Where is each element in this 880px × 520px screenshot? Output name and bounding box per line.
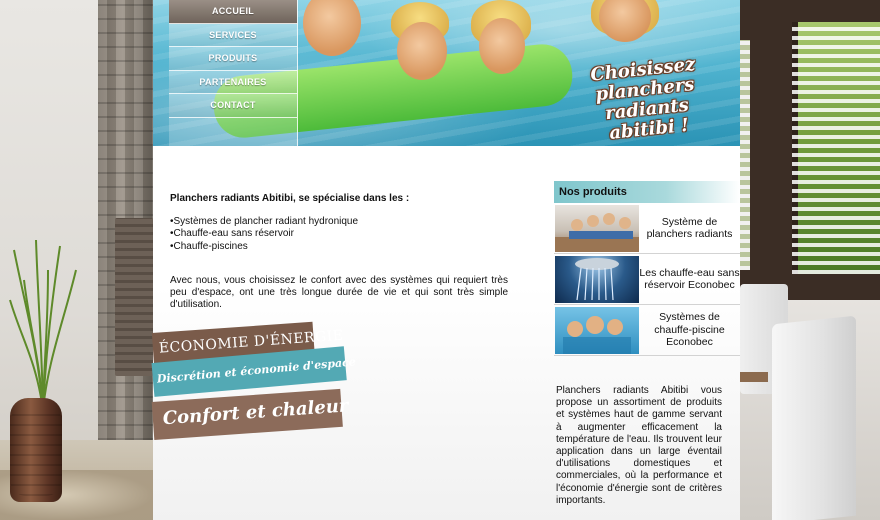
background-window-left xyxy=(740,40,750,270)
background-chair xyxy=(772,315,856,520)
product-thumbnail xyxy=(555,204,639,252)
main-content-panel: Choisissez planchers radiants abitibi ! … xyxy=(151,0,740,520)
nav-item-contact[interactable]: CONTACT xyxy=(169,94,297,118)
product-item-tankless-heater[interactable]: Les chauffe-eau sans réservoir Econobec xyxy=(554,254,740,305)
background-blinds xyxy=(792,22,880,274)
product-label: Les chauffe-eau sans réservoir Econobec xyxy=(639,266,740,292)
shower-head-icon xyxy=(575,257,619,300)
family-floor-image-icon xyxy=(555,212,639,252)
products-description: Planchers radiants Abitibi vous propose … xyxy=(556,385,722,506)
ribbon-comfort: Confort et chaleur xyxy=(151,388,349,440)
intro-title: Planchers radiants Abitibi, se spécialis… xyxy=(170,193,410,204)
banner-person-child-1 xyxy=(397,22,447,80)
background-radiator xyxy=(115,218,153,376)
nav-item-services[interactable]: SERVICES xyxy=(169,23,297,47)
header-banner: Choisissez planchers radiants abitibi ! … xyxy=(153,0,740,146)
main-nav: ACCUEIL SERVICES PRODUITS PARTENAIRES CO… xyxy=(169,0,298,146)
nav-item-accueil[interactable]: ACCUEIL xyxy=(169,0,297,24)
list-item: •Chauffe-piscines xyxy=(170,240,248,252)
products-heading: Nos produits xyxy=(554,181,740,203)
decorative-vase xyxy=(10,398,62,502)
services-list: •Systèmes de plancher radiant hydronique… xyxy=(170,216,510,253)
banner-slogan: Choisissez planchers radiants abitibi ! xyxy=(557,51,734,146)
list-item: •Systèmes de plancher radiant hydronique xyxy=(170,216,359,227)
product-label: Système de planchers radiants xyxy=(646,215,733,241)
intro-paragraph: Avec nous, vous choisissez le confort av… xyxy=(170,275,508,311)
plant-icon xyxy=(9,240,77,410)
product-item-radiant-floor[interactable]: Système de planchers radiants xyxy=(554,203,740,254)
product-item-pool-heater[interactable]: Systèmes de chauffe-piscine Econobec xyxy=(554,305,740,356)
banner-person-child-2 xyxy=(479,18,525,74)
family-pool-image-icon xyxy=(563,315,631,354)
product-thumbnail xyxy=(555,306,639,354)
background-table xyxy=(740,372,768,382)
products-sidebar: Nos produits Système de planchers radian… xyxy=(554,181,740,356)
list-item: •Chauffe-eau sans réservoir xyxy=(170,228,294,240)
product-label: Systèmes de chauffe-piscine Econobec xyxy=(654,311,725,349)
nav-item-produits[interactable]: PRODUITS xyxy=(169,47,297,71)
product-thumbnail xyxy=(555,255,639,303)
nav-item-partenaires[interactable]: PARTENAIRES xyxy=(169,70,297,94)
